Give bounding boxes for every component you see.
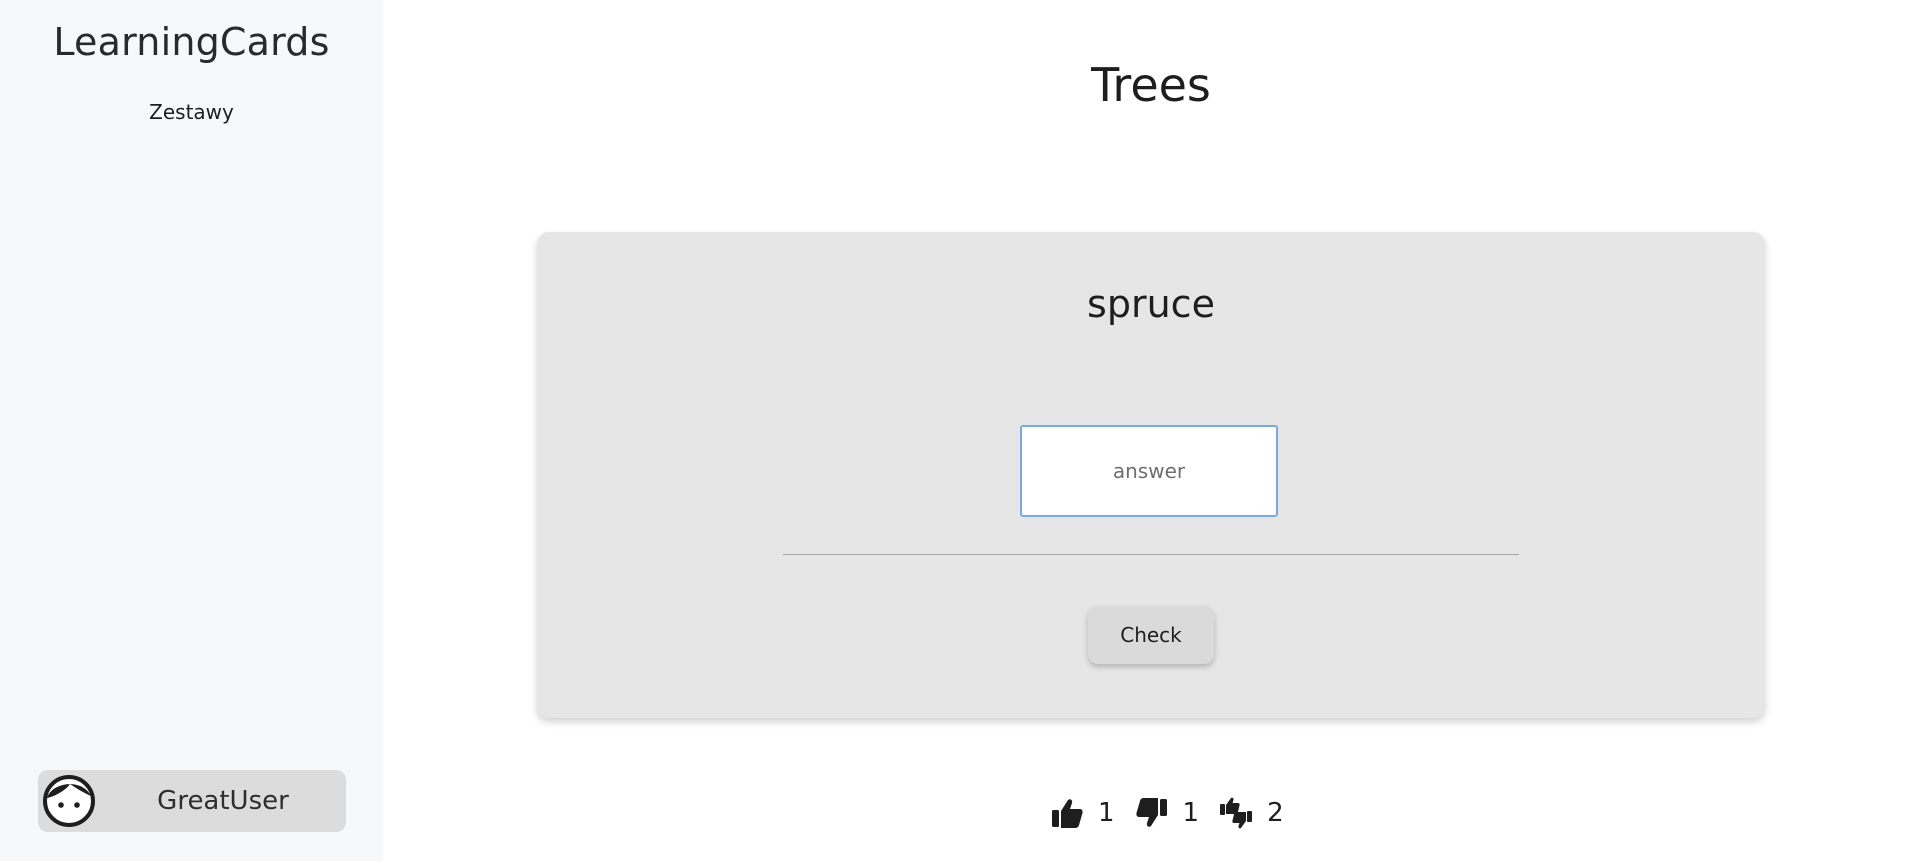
user-name: GreatUser: [157, 786, 289, 816]
thumbs-down-icon: [1135, 796, 1169, 830]
app-brand: LearningCards: [53, 20, 330, 64]
page-title: Trees: [1091, 58, 1211, 112]
thumbs-up-icon: [1050, 796, 1084, 830]
stat-partial: 2: [1219, 796, 1284, 830]
app-root: LearningCards Zestawy GreatUser Trees sp…: [0, 0, 1919, 861]
face-icon: [42, 774, 96, 828]
thumbs-mixed-icon: [1219, 796, 1253, 830]
stat-correct-count: 1: [1098, 798, 1115, 828]
flashcard: spruce Check: [537, 232, 1765, 718]
answer-input[interactable]: [1020, 425, 1278, 517]
user-chip[interactable]: GreatUser: [38, 770, 346, 832]
stat-partial-count: 2: [1267, 798, 1284, 828]
card-word: spruce: [1087, 282, 1215, 326]
stat-correct: 1: [1050, 796, 1115, 830]
stats-row: 1 1 2: [1050, 793, 1304, 833]
stat-wrong: 1: [1135, 796, 1200, 830]
check-button[interactable]: Check: [1088, 606, 1214, 664]
nav-link-zestawy[interactable]: Zestawy: [0, 100, 383, 124]
divider: [783, 554, 1519, 555]
stat-wrong-count: 1: [1182, 798, 1200, 828]
sidebar: LearningCards Zestawy GreatUser: [0, 0, 383, 861]
